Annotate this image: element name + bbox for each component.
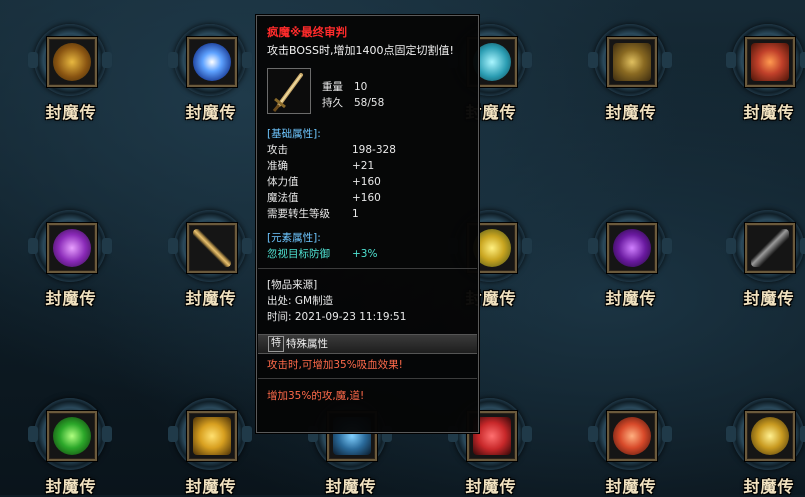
source-header: [物品来源] xyxy=(267,279,318,291)
item-slot[interactable]: 封魔传 xyxy=(588,398,674,496)
base-stats-header: [基础属性]: xyxy=(267,128,321,140)
stat-row: 准确 +21 xyxy=(267,160,375,172)
slot-label: 封魔传 xyxy=(45,103,97,122)
weight-value: 10 xyxy=(354,81,368,93)
stat-row: 需要转生等级 1 xyxy=(267,208,359,220)
item-frame xyxy=(47,37,97,87)
item-frame xyxy=(745,223,795,273)
slot-label: 封魔传 xyxy=(605,289,657,308)
item-title: 疯魔※最终审判 xyxy=(267,25,348,39)
item-slot[interactable]: 封魔传 xyxy=(588,24,674,122)
sword-icon xyxy=(267,68,311,114)
divider xyxy=(258,378,477,379)
item-frame xyxy=(187,223,237,273)
slot-label: 封魔传 xyxy=(605,477,657,496)
item-slot[interactable]: 封魔传 xyxy=(726,24,805,122)
bonus-text: 增加35%的攻,魔,道! xyxy=(267,390,365,402)
item-frame xyxy=(745,411,795,461)
item-frame xyxy=(47,223,97,273)
special-tab-label: 特殊属性 xyxy=(286,338,328,350)
item-slot[interactable]: 封魔传 xyxy=(28,210,114,308)
item-slot[interactable]: 封魔传 xyxy=(726,210,805,308)
source-time: 时间: 2021-09-23 11:19:51 xyxy=(267,311,407,323)
item-icon xyxy=(613,229,651,267)
item-icon xyxy=(193,417,231,455)
item-icon xyxy=(53,229,91,267)
item-description: 攻击BOSS时,增加1400点固定切割值! xyxy=(267,44,454,57)
element-stats-header: [元素属性]: xyxy=(267,232,321,244)
item-frame xyxy=(607,223,657,273)
item-icon xyxy=(751,43,789,81)
slot-label: 封魔传 xyxy=(325,477,377,496)
slot-label: 封魔传 xyxy=(185,477,237,496)
item-frame xyxy=(187,411,237,461)
slot-label: 封魔传 xyxy=(743,103,795,122)
item-frame xyxy=(607,37,657,87)
item-frame xyxy=(745,37,795,87)
item-icon xyxy=(193,229,231,267)
divider xyxy=(258,268,477,269)
slot-label: 封魔传 xyxy=(185,289,237,308)
item-icon xyxy=(751,229,789,267)
item-icon xyxy=(751,417,789,455)
slot-label: 封魔传 xyxy=(185,103,237,122)
durability-value: 58/58 xyxy=(354,97,385,109)
slot-label: 封魔传 xyxy=(465,477,517,496)
slot-label: 封魔传 xyxy=(743,477,795,496)
item-icon xyxy=(613,417,651,455)
item-icon xyxy=(613,43,651,81)
source-from: 出处: GM制造 xyxy=(267,295,334,307)
slot-label: 封魔传 xyxy=(605,103,657,122)
item-slot[interactable]: 封魔传 xyxy=(28,398,114,496)
special-badge: 特 xyxy=(268,336,284,352)
special-effect-text: 攻击时,可增加35%吸血效果! xyxy=(267,359,403,371)
slot-label: 封魔传 xyxy=(45,289,97,308)
stat-row: 魔法值 +160 xyxy=(267,192,381,204)
item-slot[interactable]: 封魔传 xyxy=(168,398,254,496)
stat-row: 体力值 +160 xyxy=(267,176,381,188)
item-slot[interactable]: 封魔传 xyxy=(168,24,254,122)
item-tooltip: 疯魔※最终审判 攻击BOSS时,增加1400点固定切割值! 重量 10 持久 5… xyxy=(256,15,479,433)
item-slot[interactable]: 封魔传 xyxy=(588,210,674,308)
item-slot[interactable]: 封魔传 xyxy=(168,210,254,308)
item-frame xyxy=(187,37,237,87)
item-frame xyxy=(607,411,657,461)
item-slot[interactable]: 封魔传 xyxy=(28,24,114,122)
durability-label: 持久 xyxy=(322,97,343,109)
item-slot[interactable]: 封魔传 xyxy=(726,398,805,496)
element-stat-row: 忽视目标防御 +3% xyxy=(267,248,378,260)
item-icon xyxy=(193,43,231,81)
stat-row: 攻击 198-328 xyxy=(267,144,396,156)
special-attributes-tab[interactable]: 特 特殊属性 xyxy=(258,334,477,354)
item-frame xyxy=(47,411,97,461)
weight-label: 重量 xyxy=(322,81,343,93)
item-icon xyxy=(53,43,91,81)
slot-label: 封魔传 xyxy=(743,289,795,308)
slot-label: 封魔传 xyxy=(45,477,97,496)
item-icon xyxy=(53,417,91,455)
